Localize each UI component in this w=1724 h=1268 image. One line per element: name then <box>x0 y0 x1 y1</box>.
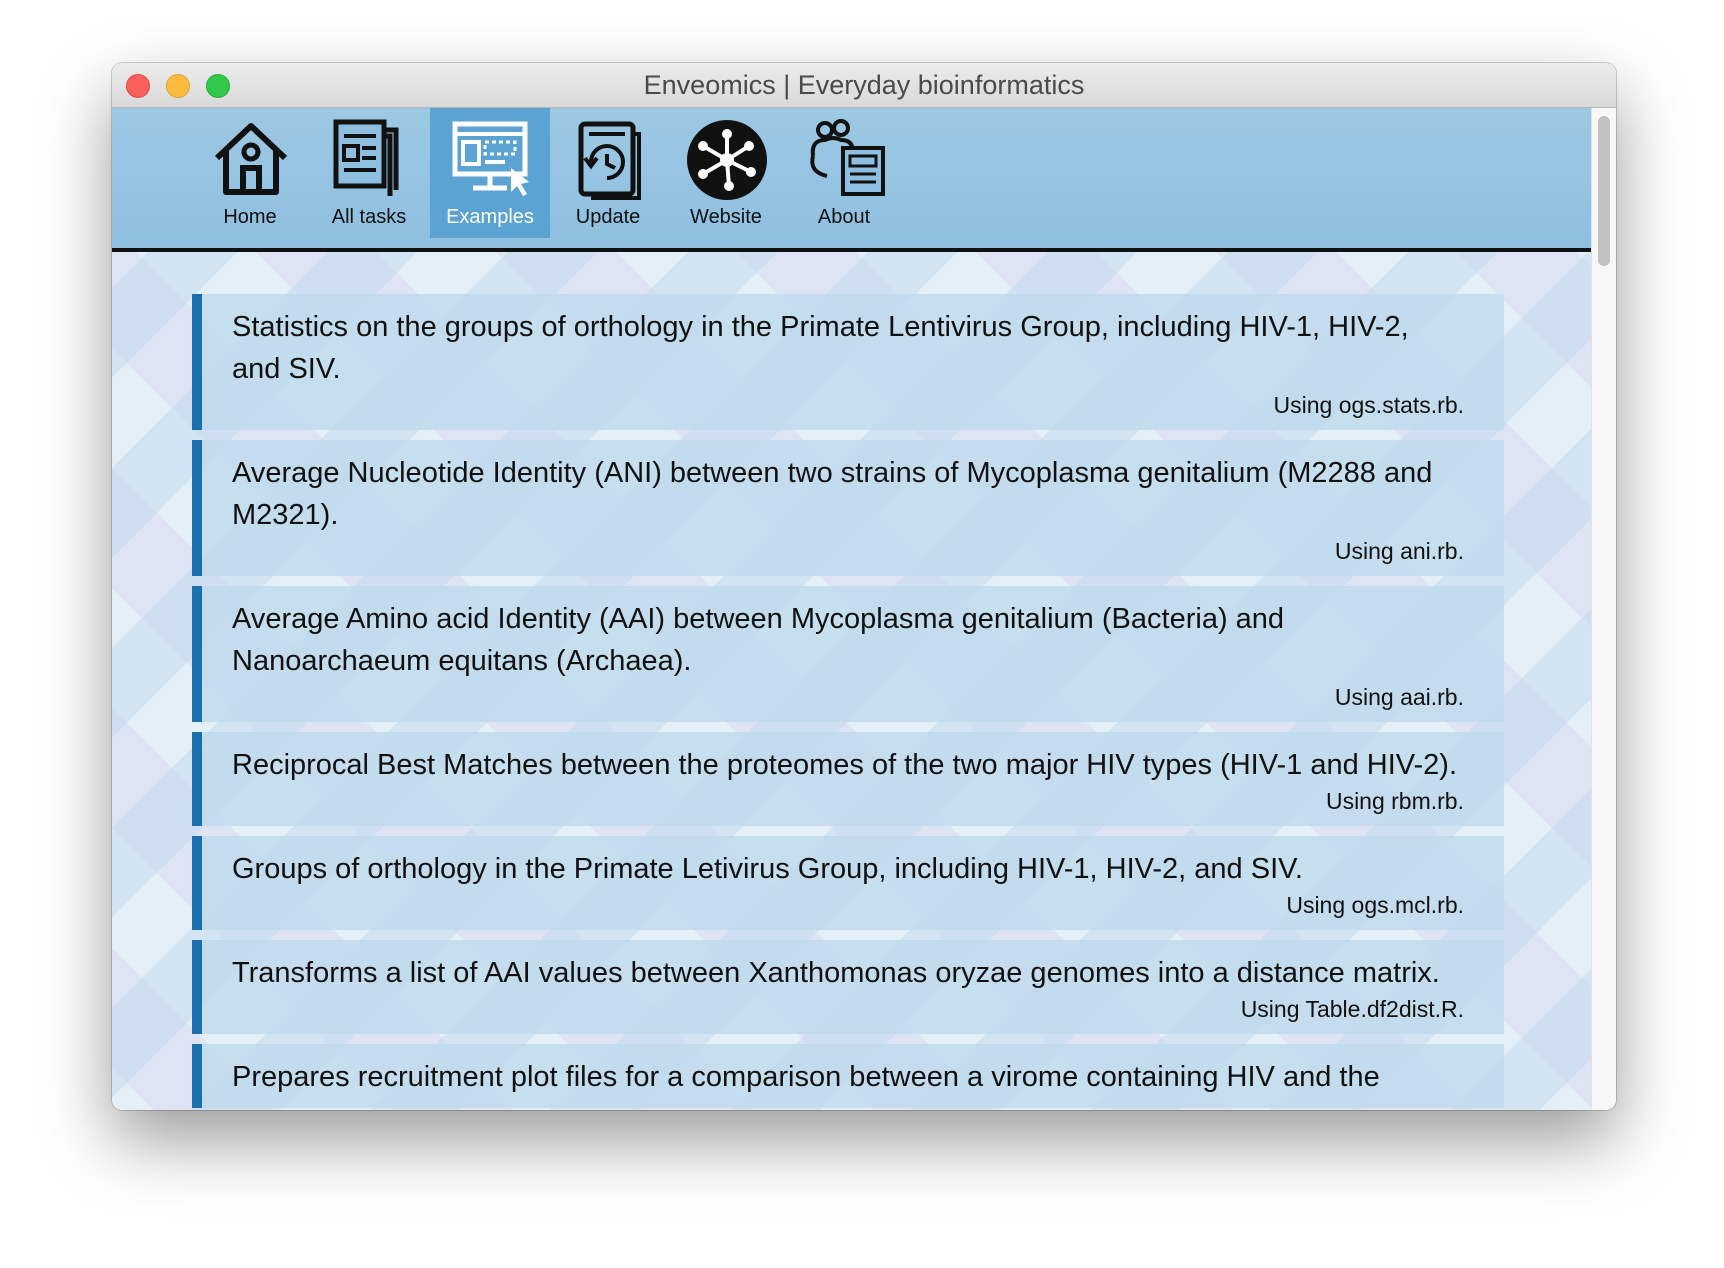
home-icon <box>214 123 288 195</box>
update-icon <box>578 121 641 200</box>
example-card[interactable]: Groups of orthology in the Primate Letiv… <box>192 836 1504 930</box>
example-description: Average Amino acid Identity (AAI) betwee… <box>232 603 1285 677</box>
toolbar: Home All tasks Examples Update Website A… <box>112 108 1592 252</box>
nav-label-about: About <box>817 206 871 228</box>
nav-item-examples[interactable]: Examples <box>430 108 550 238</box>
example-description: Statistics on the groups of orthology in… <box>232 311 1409 385</box>
example-script: Using rbm.rb. <box>1325 788 1464 814</box>
example-card[interactable]: Average Nucleotide Identity (ANI) betwee… <box>192 440 1504 576</box>
app-window: Enveomics | Everyday bioinformatics Home <box>112 63 1616 1110</box>
example-description: Reciprocal Best Matches between the prot… <box>232 749 1458 781</box>
example-card[interactable]: Average Amino acid Identity (AAI) betwee… <box>192 586 1504 722</box>
nav-label-all-tasks: All tasks <box>331 206 407 228</box>
nav-item-update[interactable]: Update <box>548 108 668 238</box>
example-card[interactable]: Statistics on the groups of orthology in… <box>192 294 1504 430</box>
example-card[interactable]: Reciprocal Best Matches between the prot… <box>192 732 1504 826</box>
tasks-icon <box>333 119 399 196</box>
nav-label-update: Update <box>575 206 641 228</box>
vertical-scrollbar[interactable] <box>1591 108 1616 1110</box>
about-icon <box>810 119 885 196</box>
example-description: Prepares recruitment plot files for a co… <box>232 1061 1380 1093</box>
example-script: Using Table.df2dist.R. <box>1240 996 1464 1022</box>
examples-list: Statistics on the groups of orthology in… <box>192 294 1504 1110</box>
main-content: Home All tasks Examples Update Website A… <box>112 108 1592 1110</box>
nav-item-all-tasks[interactable]: All tasks <box>309 108 429 238</box>
example-card[interactable]: Transforms a list of AAI values between … <box>192 940 1504 1034</box>
nav-item-website[interactable]: Website <box>666 108 786 238</box>
example-description: Average Nucleotide Identity (ANI) betwee… <box>232 457 1433 531</box>
title-bar: Enveomics | Everyday bioinformatics <box>112 63 1616 108</box>
example-script: Using ogs.stats.rb. <box>1273 392 1464 418</box>
example-card[interactable]: Prepares recruitment plot files for a co… <box>192 1044 1504 1108</box>
nav-label-examples: Examples <box>446 206 534 228</box>
nav-item-home[interactable]: Home <box>190 108 310 238</box>
nav-item-about[interactable]: About <box>784 108 904 238</box>
example-description: Groups of orthology in the Primate Letiv… <box>232 853 1303 885</box>
example-script: Using ogs.mcl.rb. <box>1286 892 1464 918</box>
nav-label-home: Home <box>223 206 277 228</box>
example-script: Using aai.rb. <box>1334 684 1464 710</box>
examples-icon <box>452 121 529 196</box>
window-title: Enveomics | Everyday bioinformatics <box>643 70 1085 100</box>
scrollbar-thumb[interactable] <box>1598 116 1610 266</box>
nav-label-website: Website <box>690 206 762 228</box>
example-description: Transforms a list of AAI values between … <box>232 957 1440 989</box>
website-icon <box>687 120 767 200</box>
example-script: Using ani.rb. <box>1334 538 1464 564</box>
